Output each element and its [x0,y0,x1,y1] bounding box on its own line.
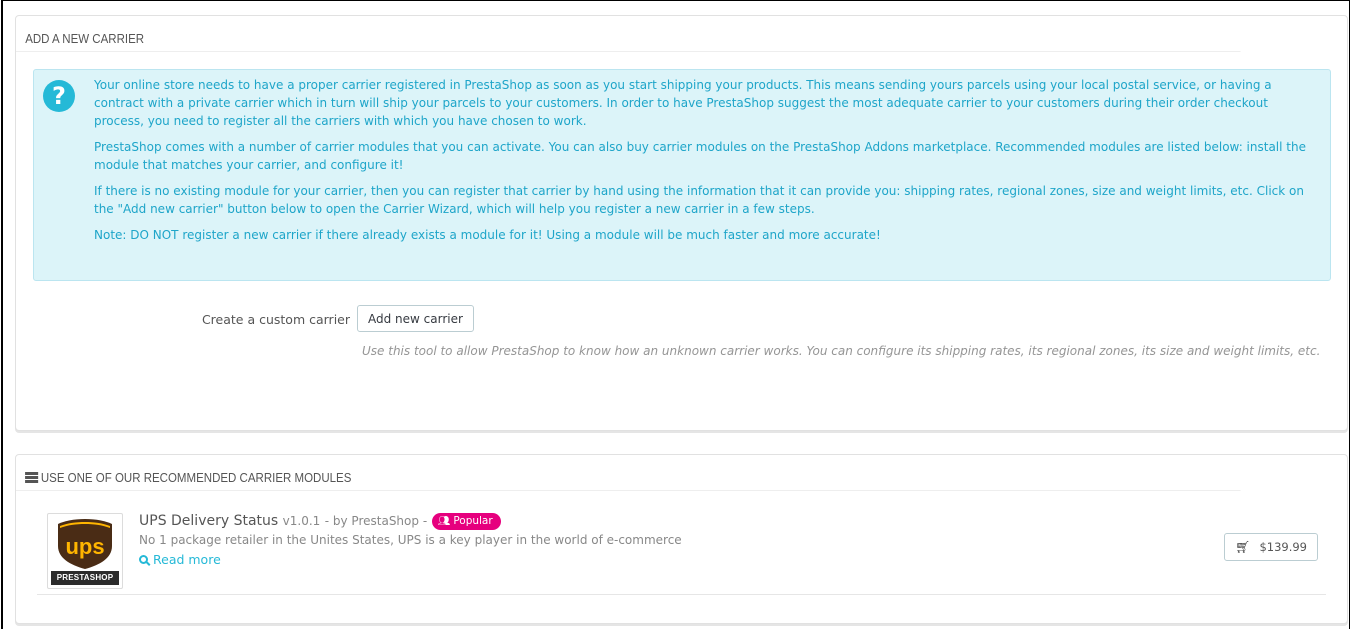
ups-shield-icon: ups [58,519,112,569]
panel-title: USE ONE OF OUR RECOMMENDED CARRIER MODUL… [40,470,352,485]
recommended-modules-panel: USE ONE OF OUR RECOMMENDED CARRIER MODUL… [15,454,1348,624]
read-more-link[interactable]: Read more [139,551,221,569]
ups-logo: ups PRESTASHOP [47,513,123,589]
info-paragraph: PrestaShop comes with a number of carrie… [94,140,1306,172]
buy-module-button[interactable]: 🛒︎ $139.99 [1224,533,1318,561]
window-frame: ADD A NEW CARRIER ? Your online store ne… [1,0,1350,629]
custom-carrier-label: Create a custom carrier [201,312,350,327]
info-paragraph: If there is no existing module for your … [94,184,1304,216]
module-title-line: UPS Delivery Status v1.0.1 - by PrestaSh… [139,511,1039,531]
add-new-carrier-button[interactable]: Add new carrier [357,305,474,332]
prestashop-strip: PRESTASHOP [51,571,119,585]
module-author: - by PrestaShop - [324,514,428,528]
info-paragraph: Your online store needs to have a proper… [94,78,1272,128]
panel-heading: USE ONE OF OUR RECOMMENDED CARRIER MODUL… [16,455,1241,491]
custom-carrier-help: Use this tool to allow PrestaShop to kno… [362,344,1321,358]
module-name: UPS Delivery Status [139,513,279,529]
users-icon: 👥︎ [437,516,451,527]
popular-badge: 👥︎ Popular [431,513,501,530]
module-version: v1.0.1 [282,514,321,528]
search-icon [139,555,148,564]
question-circle-icon: ? [43,80,75,112]
module-price: $139.99 [1259,540,1307,554]
add-carrier-panel: ADD A NEW CARRIER ? Your online store ne… [15,15,1348,431]
panel-heading: ADD A NEW CARRIER [16,16,1241,52]
info-alert: ? Your online store needs to have a prop… [33,69,1331,281]
module-info: UPS Delivery Status v1.0.1 - by PrestaSh… [139,511,1039,569]
module-item: ups PRESTASHOP UPS Delivery Status v1.0.… [37,505,1326,595]
cart-icon: 🛒︎ [1235,540,1251,554]
svg-text:ups: ups [65,534,104,559]
badge-label: Popular [453,515,493,527]
module-description: No 1 package retailer in the Unites Stat… [139,533,682,547]
info-paragraph: Note: DO NOT register a new carrier if t… [94,228,881,242]
read-more-label: Read more [153,551,221,567]
info-text: Your online store needs to have a proper… [94,76,1319,252]
panel-title: ADD A NEW CARRIER [25,31,145,46]
list-icon [25,472,39,483]
